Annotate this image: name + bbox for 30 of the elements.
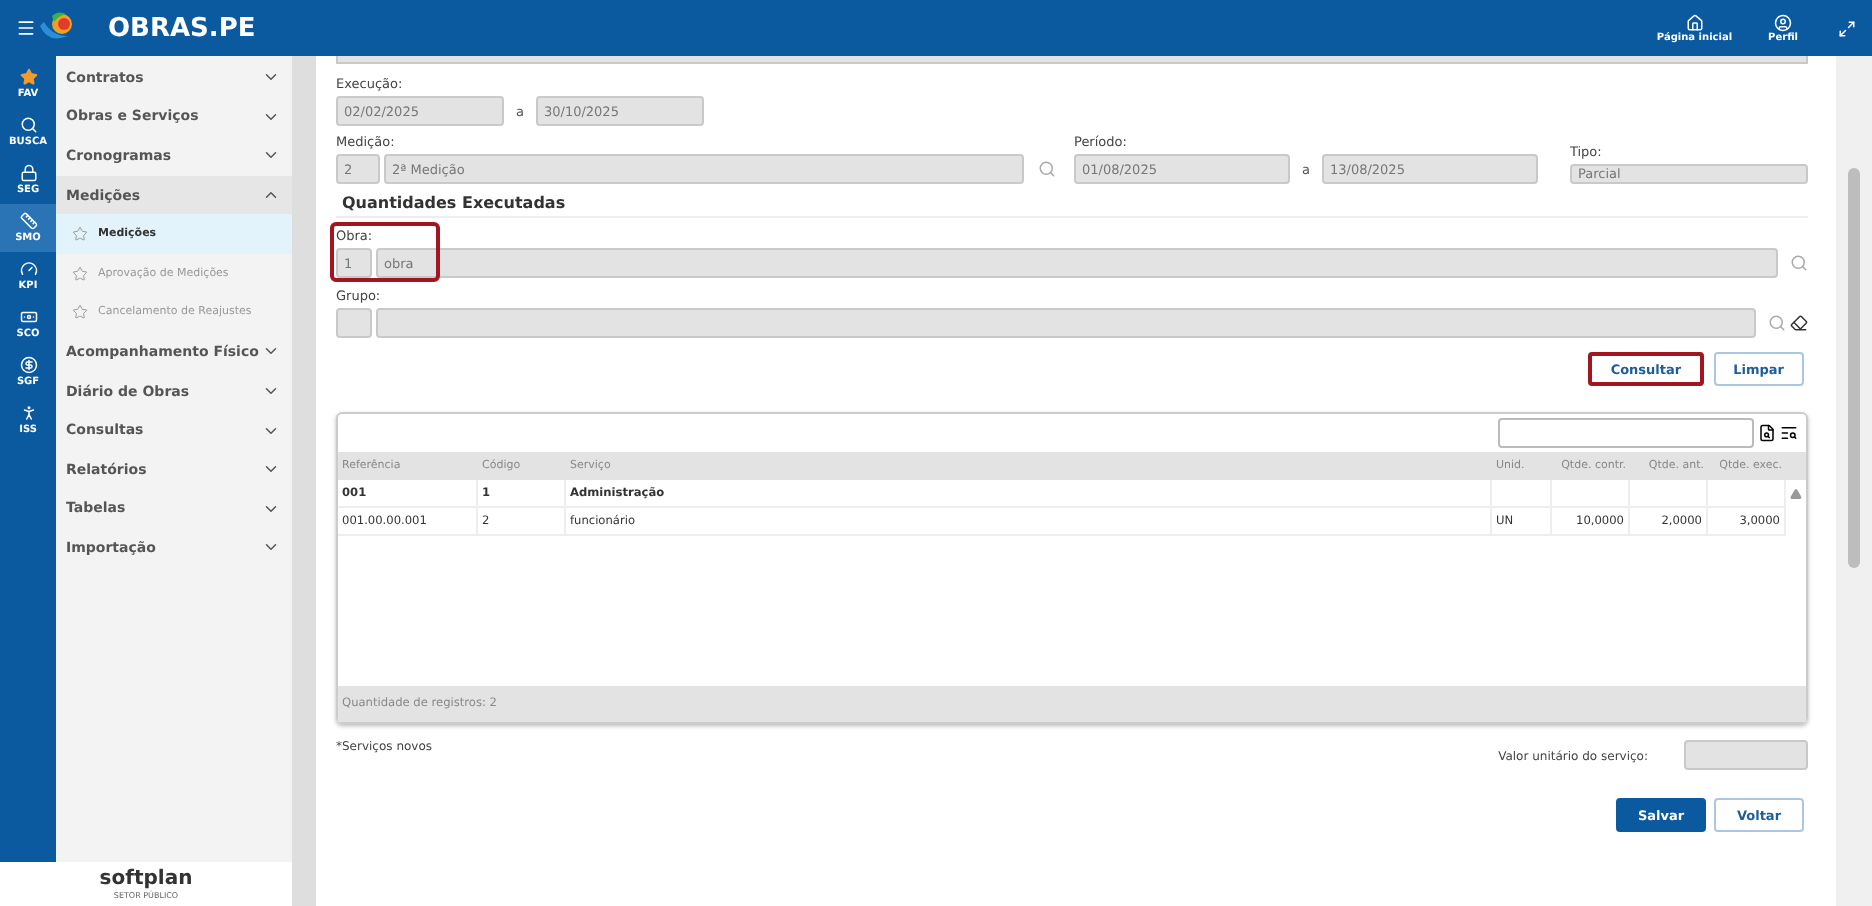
scrollbar[interactable]: [1836, 56, 1872, 906]
star-icon[interactable]: [72, 226, 88, 243]
value-field[interactable]: [1684, 740, 1808, 770]
search-icon[interactable]: [1038, 160, 1056, 178]
coin-icon: [19, 356, 37, 374]
softplan-logo: softplan: [99, 869, 193, 889]
fullscreen-icon[interactable]: [1838, 19, 1856, 37]
brand-name: OBRAS.PE: [108, 13, 256, 43]
home-icon: [1685, 13, 1704, 31]
name-field[interactable]: [376, 308, 1756, 338]
menu-icon[interactable]: [16, 18, 36, 38]
ruler-icon: [19, 212, 37, 230]
search-icon[interactable]: [1790, 254, 1808, 272]
code-field[interactable]: [336, 308, 372, 338]
star-icon[interactable]: [72, 265, 88, 282]
filter-search-icon[interactable]: [1780, 424, 1798, 442]
money-icon: [19, 308, 37, 326]
user-icon: [1774, 13, 1793, 31]
file-search-icon[interactable]: [1758, 424, 1776, 442]
lock-icon: [19, 164, 37, 182]
eraser-icon[interactable]: [1790, 314, 1808, 332]
star-icon: [19, 68, 37, 86]
star-icon[interactable]: [72, 304, 88, 321]
person-icon: [19, 404, 37, 422]
search-icon: [19, 116, 37, 134]
input-field[interactable]: [336, 56, 1808, 64]
table-search-field[interactable]: [1498, 418, 1754, 448]
scroll-up-icon[interactable]: [1790, 488, 1802, 500]
section-title: Quantidades Executadas: [342, 194, 568, 212]
gauge-icon: [19, 260, 37, 278]
